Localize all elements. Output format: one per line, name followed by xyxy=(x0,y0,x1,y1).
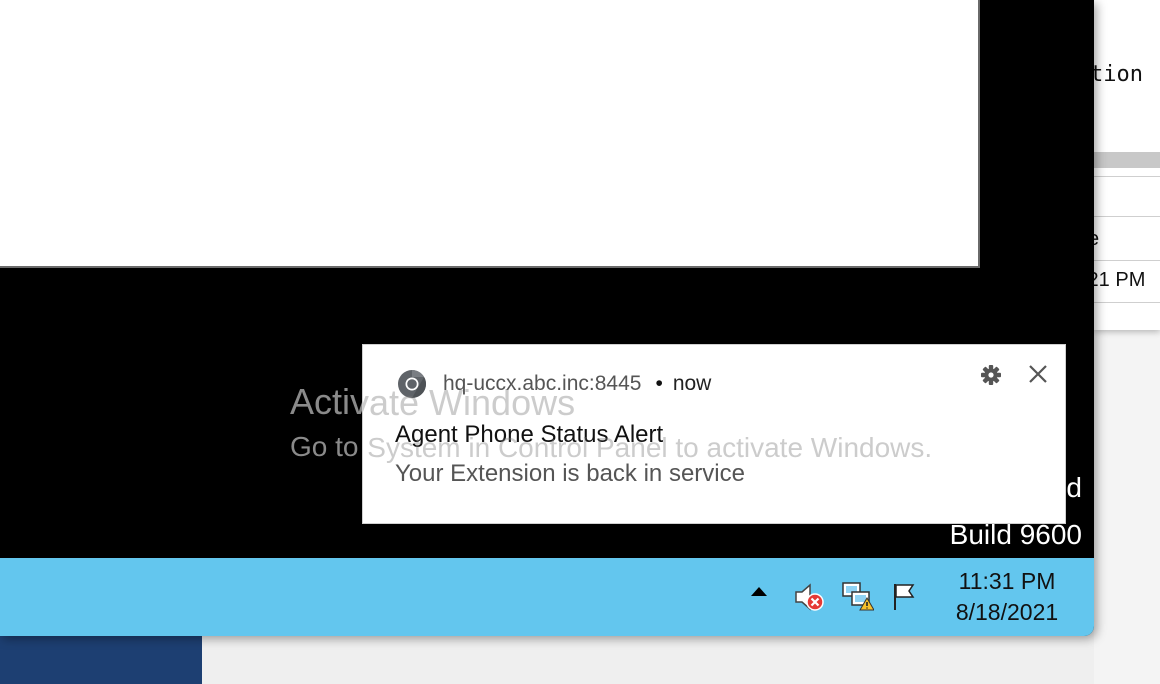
windows-edition-text: d xyxy=(1066,472,1082,503)
background-window-divider xyxy=(1094,176,1160,177)
toast-body: Your Extension is back in service xyxy=(395,460,745,487)
background-window: tion e :21 PM xyxy=(1094,0,1160,330)
host-desktop-blue-area xyxy=(0,636,202,684)
toast-source: hq-uccx.abc.inc:8445 xyxy=(443,372,642,395)
remote-desktop-window[interactable]: Activate Windows Go to System in Control… xyxy=(0,0,1094,636)
toast-notification[interactable]: hq-uccx.abc.inc:8445 • now Agent Phone S… xyxy=(362,344,1066,524)
gear-icon[interactable] xyxy=(978,362,1004,388)
action-center-flag-icon[interactable] xyxy=(888,580,922,614)
close-icon[interactable] xyxy=(1025,361,1051,387)
chrome-icon xyxy=(398,370,426,398)
volume-muted-icon[interactable] xyxy=(792,580,826,614)
clock-date: 8/18/2021 xyxy=(955,599,1059,625)
background-window-scrollbar xyxy=(1094,152,1160,168)
toast-separator: • xyxy=(655,372,663,395)
background-window-text-bottom: :21 PM xyxy=(1094,269,1146,291)
toast-header: hq-uccx.abc.inc:8445 • now xyxy=(397,369,711,399)
background-window-text-top: tion xyxy=(1094,62,1143,87)
taskbar-clock[interactable]: 11:31 PM 8/18/2021 xyxy=(942,566,1072,628)
clock-time: 11:31 PM xyxy=(958,568,1056,594)
taskbar: 11:31 PM 8/18/2021 xyxy=(0,558,1094,636)
toast-time: now xyxy=(672,372,712,395)
remote-app-window[interactable] xyxy=(0,0,980,268)
screen: tion e :21 PM Activate Windows Go to Sys… xyxy=(0,0,1160,684)
background-window-divider xyxy=(1094,216,1160,217)
show-hidden-icons-arrow-icon[interactable] xyxy=(751,587,767,596)
background-window-divider xyxy=(1094,260,1160,261)
background-window-divider xyxy=(1094,302,1160,303)
network-warning-icon[interactable] xyxy=(840,580,874,614)
toast-title: Agent Phone Status Alert xyxy=(395,421,664,448)
background-window-text-mid: e xyxy=(1094,228,1099,251)
